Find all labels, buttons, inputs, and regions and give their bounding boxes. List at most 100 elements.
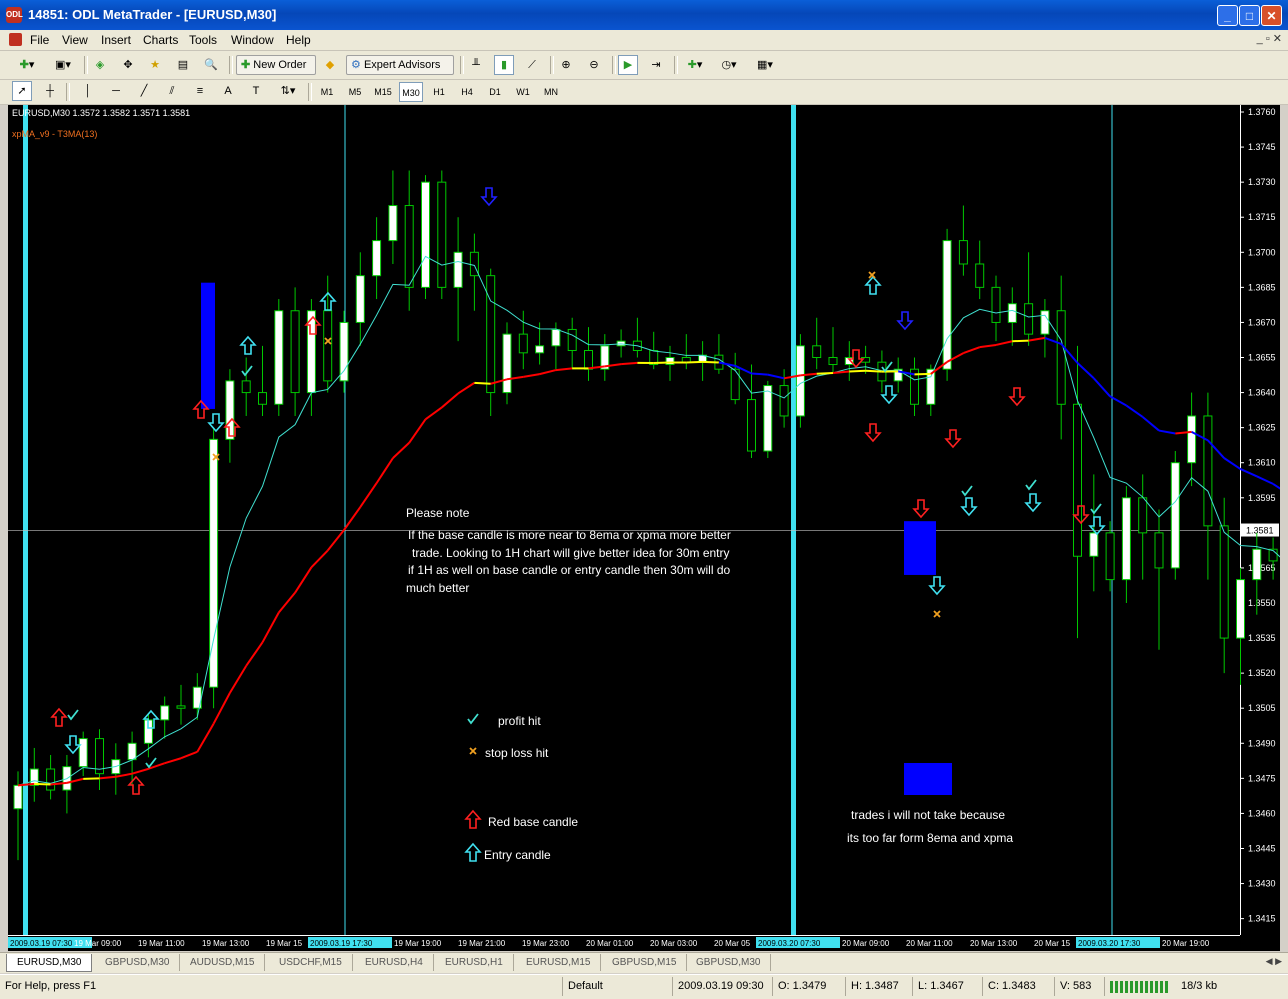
templates-icon[interactable]: ▦▾	[750, 55, 780, 75]
candle-body-45	[748, 400, 756, 451]
market-watch-icon[interactable]: ◈	[90, 55, 110, 75]
menu-tools[interactable]: Tools	[189, 33, 217, 47]
new-order-icon: ✚	[241, 59, 250, 71]
entry-arrow-2	[66, 736, 80, 753]
horizontal-line-icon[interactable]: ─	[106, 81, 126, 101]
candle-body-65	[1074, 404, 1082, 556]
label-icon[interactable]: T	[246, 81, 266, 101]
legend-entry-text: Entry candle	[484, 847, 551, 864]
cursor-icon[interactable]: ➚	[12, 81, 32, 101]
maximize-button[interactable]: □	[1239, 5, 1260, 26]
connection-icon	[1110, 981, 1170, 993]
indicators-icon[interactable]: ✚▾	[680, 55, 710, 75]
base-arrow-1	[129, 777, 143, 794]
status-traffic: 18/3 kb	[1181, 980, 1217, 992]
entry-arrow-6	[866, 277, 880, 294]
app-icon: ODL	[6, 7, 22, 23]
tab-eurusd-h4[interactable]: EURUSD,H4	[355, 954, 434, 971]
timeframe-m30[interactable]: M30	[399, 82, 423, 102]
tab-audusd-m15[interactable]: AUDUSD,M15	[180, 954, 265, 971]
menu-file[interactable]: File	[30, 33, 49, 47]
chart-shift-icon[interactable]: ⇥	[646, 55, 666, 75]
xpma-segment-20	[328, 530, 344, 551]
timeframe-m5[interactable]: M5	[343, 82, 367, 102]
tester-icon[interactable]: 🔍	[201, 55, 221, 75]
timeframe-mn[interactable]: MN	[539, 82, 563, 102]
close-button[interactable]: ✕	[1261, 5, 1282, 26]
time-tick-11: 20 Mar 05	[714, 939, 751, 948]
time-tick-13: 20 Mar 09:00	[842, 939, 890, 948]
profit-tick-7	[1091, 504, 1101, 513]
price-tick-5: 1.3685	[1248, 282, 1276, 292]
menu-insert[interactable]: Insert	[101, 33, 131, 47]
tab-gbpusd-m30-2[interactable]: GBPUSD,M30	[686, 954, 771, 971]
menu-view[interactable]: View	[62, 33, 88, 47]
menu-charts[interactable]: Charts	[143, 33, 178, 47]
candle-body-2	[47, 769, 55, 790]
menu-window[interactable]: Window	[231, 33, 274, 47]
fibonacci-icon[interactable]: ≡	[190, 81, 210, 101]
channel-icon[interactable]: ⫽	[162, 81, 182, 101]
xpma-segment-32	[523, 374, 539, 377]
minimize-button[interactable]: _	[1217, 5, 1238, 26]
crosshair-tool-icon[interactable]: ┼	[40, 81, 60, 101]
status-open: O: 1.3479	[778, 980, 826, 992]
candle-body-57	[943, 241, 951, 370]
candle-body-50	[829, 358, 837, 365]
xpma-segment-17	[279, 593, 295, 613]
zoom-out-icon[interactable]: ⊖	[584, 55, 604, 75]
time-tick-1: 19 Mar 09:00	[74, 939, 122, 948]
bar-chart-icon[interactable]: ╨	[466, 55, 486, 75]
trendline-icon[interactable]: ╱	[134, 81, 154, 101]
crosshair-icon[interactable]: ✥	[118, 55, 138, 75]
arrows-icon[interactable]: ⇅▾	[274, 81, 302, 101]
profiles-icon[interactable]: ▣▾	[48, 55, 78, 75]
expert-advisors-button[interactable]: ⚙ Expert Advisors	[346, 55, 454, 75]
vertical-line-icon[interactable]: │	[78, 81, 98, 101]
timeframe-m1[interactable]: M1	[315, 82, 339, 102]
navigator-icon[interactable]: ★	[145, 55, 165, 75]
tab-scroll-arrows[interactable]: ◀ ▶	[1266, 956, 1282, 967]
expert-advisors-icon: ⚙	[351, 59, 361, 71]
time-tick-3: 19 Mar 13:00	[202, 939, 250, 948]
note-heading: Please note	[406, 505, 469, 522]
chart-window[interactable]: 1.37601.37451.37301.37151.37001.36851.36…	[8, 105, 1280, 951]
tab-eurusd-m30[interactable]: EURUSD,M30	[6, 954, 92, 972]
candle-body-15	[259, 393, 267, 405]
new-order-label: New Order	[253, 59, 306, 71]
candle-body-62	[1025, 304, 1033, 334]
skip-zone-2	[904, 521, 936, 575]
xpma-segment-62	[1012, 341, 1028, 342]
alert-icon[interactable]: ◆	[320, 55, 340, 75]
time-tick-7: 19 Mar 21:00	[458, 939, 506, 948]
tab-gbpusd-m30[interactable]: GBPUSD,M30	[95, 954, 180, 971]
timeframe-w1[interactable]: W1	[511, 82, 535, 102]
time-tick-16: 20 Mar 15	[1034, 939, 1071, 948]
menu-help[interactable]: Help	[286, 33, 311, 47]
auto-scroll-icon[interactable]: ▶	[618, 55, 638, 75]
new-order-button[interactable]: ✚ New Order	[236, 55, 316, 75]
legend-stop-cross	[470, 748, 476, 754]
zoom-in-icon[interactable]: ⊕	[556, 55, 576, 75]
doc-icon[interactable]	[9, 33, 22, 46]
line-chart-icon[interactable]: ⟋	[522, 55, 542, 75]
status-high: H: 1.3487	[851, 980, 899, 992]
xpma-segment-10	[165, 758, 181, 763]
tab-usdchf-m15[interactable]: USDCHF,M15	[269, 954, 353, 971]
tab-gbpusd-m15[interactable]: GBPUSD,M15	[602, 954, 687, 971]
mdi-controls[interactable]: _ ▫ ✕	[1257, 32, 1282, 45]
terminal-icon[interactable]: ▤	[173, 55, 193, 75]
chart-tabs: EURUSD,M30 GBPUSD,M30 AUDUSD,M15 USDCHF,…	[0, 952, 1288, 973]
new-chart-icon[interactable]: ✚▾	[12, 55, 42, 75]
timeframe-d1[interactable]: D1	[483, 82, 507, 102]
tab-eurusd-h1[interactable]: EURUSD,H1	[435, 954, 514, 971]
tab-eurusd-m15[interactable]: EURUSD,M15	[516, 954, 601, 971]
menu-bar: File View Insert Charts Tools Window Hel…	[0, 30, 1288, 51]
timeframe-m15[interactable]: M15	[371, 82, 395, 102]
entry-arrow-9	[962, 498, 976, 515]
text-icon[interactable]: A	[218, 81, 238, 101]
timeframe-h4[interactable]: H4	[455, 82, 479, 102]
timeframe-h1[interactable]: H1	[427, 82, 451, 102]
candlestick-icon[interactable]: ▮	[494, 55, 514, 75]
periods-icon[interactable]: ◷▾	[714, 55, 744, 75]
